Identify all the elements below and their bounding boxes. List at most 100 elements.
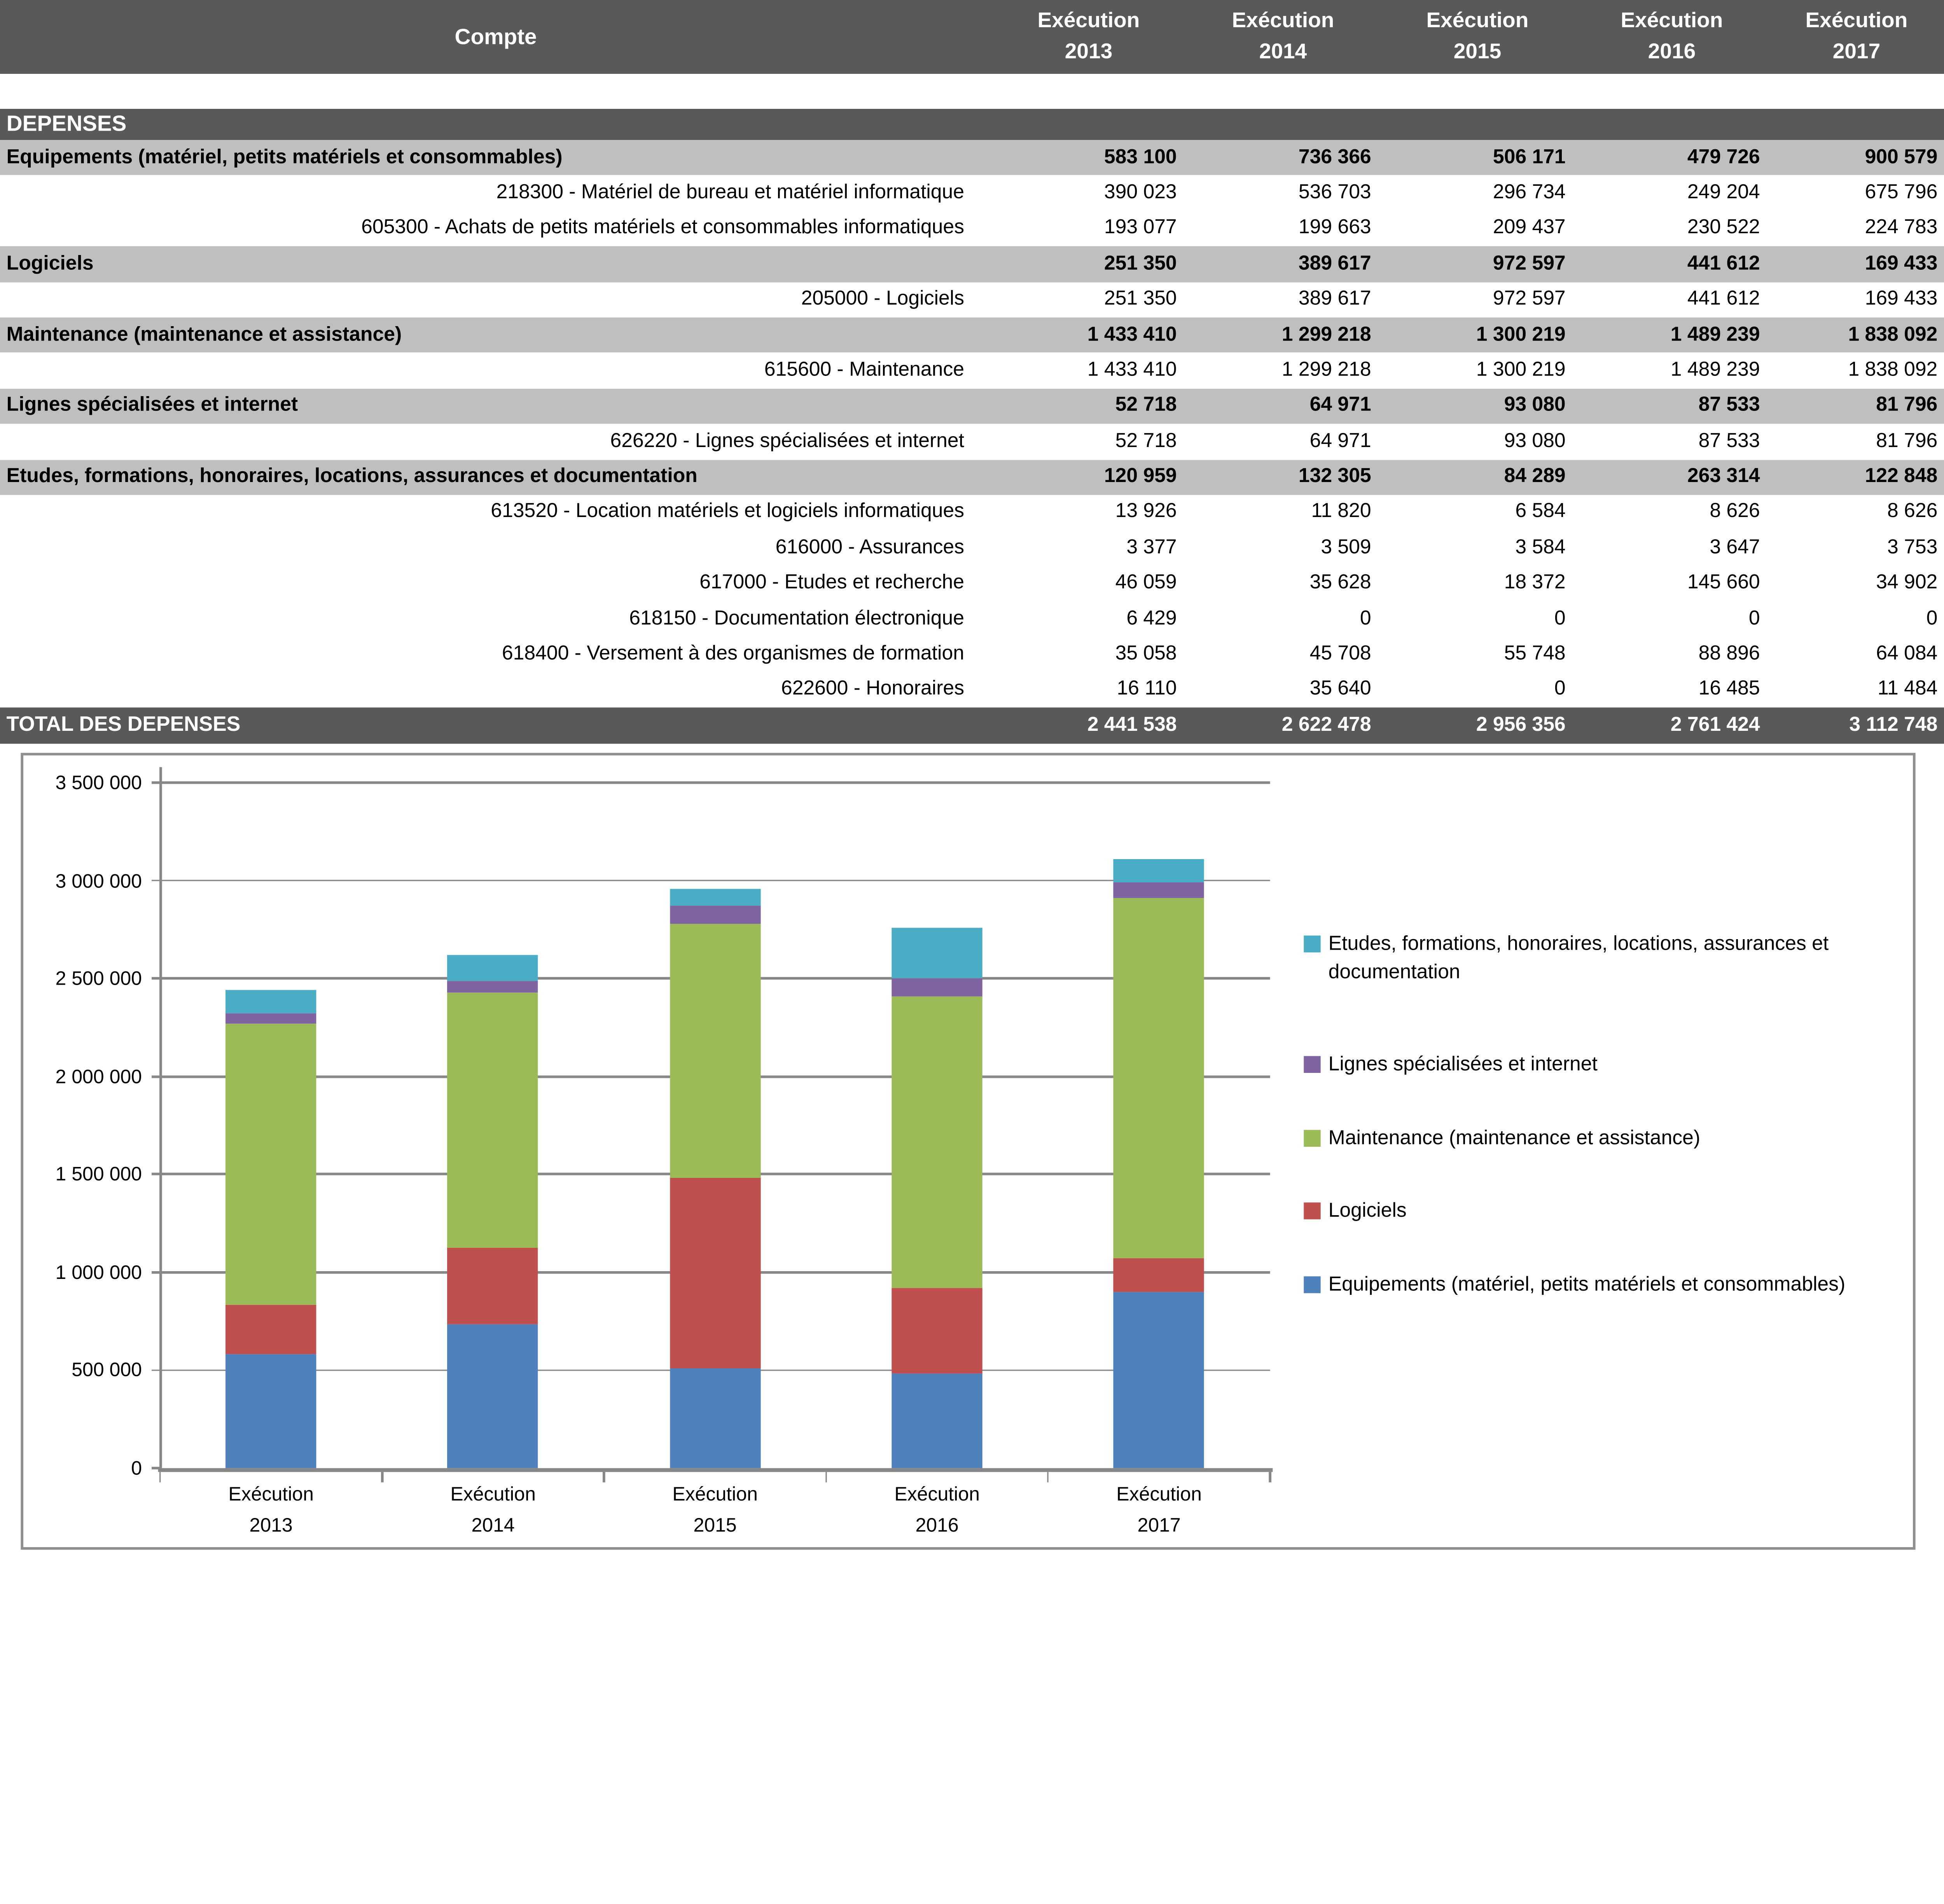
bar-segment (670, 1369, 760, 1468)
column-header-exec-label: Exécution (1038, 10, 1140, 33)
row-value: 8 626 (1769, 495, 1944, 530)
row-value: 87 533 (1575, 424, 1769, 459)
y-axis-line (159, 767, 161, 1468)
table-row: 617000 - Etudes et recherche46 05935 628… (0, 566, 1944, 601)
row-label: 615600 - Maintenance (0, 353, 991, 388)
legend-label: Logiciels (1329, 1197, 1407, 1226)
bar-segment (1114, 899, 1204, 1259)
row-value: 296 734 (1380, 175, 1575, 211)
x-axis-tick (1269, 1472, 1271, 1483)
row-value: 169 433 (1769, 246, 1944, 282)
row-value (1380, 109, 1575, 140)
column-header-exec-year: 2014 (1259, 42, 1307, 64)
table-row: 205000 - Logiciels251 350389 617972 5974… (0, 282, 1944, 317)
y-axis-label: 1 500 000 (23, 1164, 142, 1186)
bar-segment (670, 906, 760, 924)
bar-segment (892, 927, 982, 979)
bar-segment (670, 889, 760, 905)
row-value: 224 783 (1769, 211, 1944, 246)
row-value: 145 660 (1575, 566, 1769, 601)
row-value: 122 848 (1769, 459, 1944, 495)
row-value: 6 429 (991, 601, 1186, 637)
table-body: DEPENSESEquipements (matériel, petits ma… (0, 109, 1944, 743)
row-value: 1 489 239 (1575, 353, 1769, 388)
stacked-bar-chart: Etudes, formations, honoraires, location… (21, 753, 1915, 1550)
table-row: Logiciels251 350389 617972 597441 612169… (0, 246, 1944, 282)
row-value: 230 522 (1575, 211, 1769, 246)
row-label: 626220 - Lignes spécialisées et internet (0, 424, 991, 459)
table-header-gap (0, 74, 1944, 109)
bar-segment (226, 1024, 316, 1305)
legend-item: Maintenance (maintenance et assistance) (1304, 1124, 1918, 1153)
column-header-exec-year: 2013 (1065, 42, 1112, 64)
x-axis-tick (159, 1472, 161, 1483)
row-value: 46 059 (991, 566, 1186, 601)
row-value: 193 077 (991, 211, 1186, 246)
row-label: 218300 - Matériel de bureau et matériel … (0, 175, 991, 211)
table-row: DEPENSES (0, 109, 1944, 140)
row-label: Maintenance (maintenance et assistance) (0, 318, 991, 353)
row-value: 209 437 (1380, 211, 1575, 246)
row-value (1769, 109, 1944, 140)
x-axis-label-year: 2015 (604, 1515, 826, 1537)
row-value (991, 109, 1186, 140)
column-header-exec-year: 2015 (1454, 42, 1501, 64)
row-value: 6 584 (1380, 495, 1575, 530)
column-header-compte: Compte (0, 0, 991, 74)
legend-swatch (1304, 1202, 1320, 1219)
row-value: 16 110 (991, 673, 1186, 708)
legend-item: Equipements (matériel, petits matériels … (1304, 1270, 1918, 1299)
row-value: 583 100 (991, 140, 1186, 175)
x-axis-tick (1047, 1472, 1049, 1483)
x-axis-tick (381, 1472, 383, 1483)
row-value: 0 (1380, 601, 1575, 637)
row-value: 251 350 (991, 246, 1186, 282)
row-value: 0 (1769, 601, 1944, 637)
row-value: 1 300 219 (1380, 353, 1575, 388)
row-value: 1 433 410 (991, 318, 1186, 353)
table-row: 616000 - Assurances3 3773 5093 5843 6473… (0, 530, 1944, 566)
bar-segment (1114, 858, 1204, 882)
column-header-exec-2013: Exécution 2013 (991, 0, 1186, 74)
row-value: 11 484 (1769, 673, 1944, 708)
column-header-exec-label: Exécution (1621, 10, 1723, 33)
column-header-exec-year: 2016 (1648, 42, 1696, 64)
x-axis-label: Exécution (1048, 1484, 1270, 1506)
row-value: 64 084 (1769, 637, 1944, 672)
row-value: 1 299 218 (1186, 353, 1380, 388)
table-row: TOTAL DES DEPENSES2 441 5382 622 4782 95… (0, 708, 1944, 743)
chart-legend: Etudes, formations, honoraires, location… (1304, 930, 1918, 1343)
row-value: 1 489 239 (1575, 318, 1769, 353)
row-value: 251 350 (991, 282, 1186, 317)
row-label: Lignes spécialisées et internet (0, 388, 991, 424)
row-value: 441 612 (1575, 246, 1769, 282)
bar-segment (448, 954, 538, 980)
bar-segment (448, 1247, 538, 1324)
table-row: 605300 - Achats de petits matériels et c… (0, 211, 1944, 246)
row-value: 84 289 (1380, 459, 1575, 495)
row-value: 0 (1380, 673, 1575, 708)
row-label: Etudes, formations, honoraires, location… (0, 459, 991, 495)
row-value: 249 204 (1575, 175, 1769, 211)
row-value: 441 612 (1575, 282, 1769, 317)
row-value (1575, 109, 1769, 140)
column-header-exec-2016: Exécution 2016 (1575, 0, 1769, 74)
row-value: 120 959 (991, 459, 1186, 495)
legend-item: Logiciels (1304, 1197, 1918, 1226)
row-value: 3 112 748 (1769, 708, 1944, 743)
row-value: 52 718 (991, 388, 1186, 424)
row-label: 616000 - Assurances (0, 530, 991, 566)
bar-segment (226, 990, 316, 1014)
y-axis-label: 2 500 000 (23, 968, 142, 990)
row-value: 3 753 (1769, 530, 1944, 566)
row-value: 1 838 092 (1769, 318, 1944, 353)
row-value: 263 314 (1575, 459, 1769, 495)
legend-swatch (1304, 1129, 1320, 1146)
row-value: 81 796 (1769, 424, 1944, 459)
y-axis-label: 3 500 000 (23, 772, 142, 795)
row-label: 605300 - Achats de petits matériels et c… (0, 211, 991, 246)
row-value: 2 956 356 (1380, 708, 1575, 743)
row-value: 736 366 (1186, 140, 1380, 175)
row-value: 81 796 (1769, 388, 1944, 424)
column-header-exec-2015: Exécution2015 (1380, 0, 1575, 74)
